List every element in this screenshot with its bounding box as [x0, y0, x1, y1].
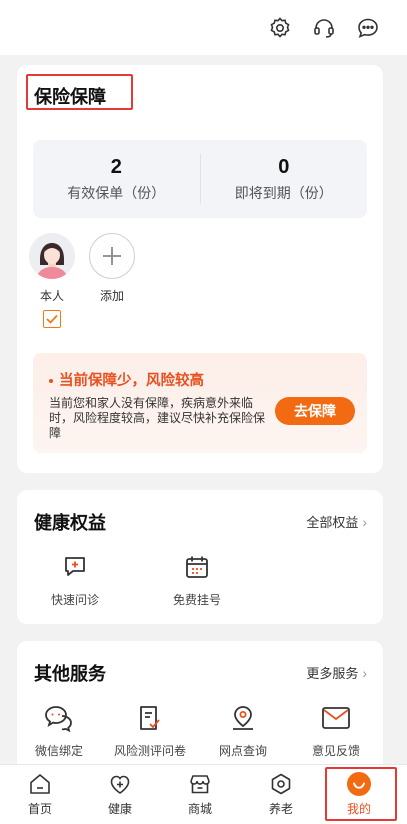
tab-pension[interactable]: 养老	[246, 765, 316, 824]
member-add-label: 添加	[99, 289, 124, 303]
expiring-policies[interactable]: 0 即将到期（份）	[201, 140, 368, 218]
quick-consult-label: 快速问诊	[51, 593, 100, 607]
pension-icon	[268, 771, 294, 797]
location-icon	[228, 703, 258, 733]
tab-health-label: 健康	[107, 802, 132, 816]
all-benefits-link[interactable]: 全部权益 ›	[306, 512, 367, 531]
risk-questionnaire-label: 风险测评问卷	[114, 744, 187, 758]
insurance-card: 保险保障 2 有效保单（份） 0 即将到期（份） 本人 添加 当前保障少，风险较…	[17, 65, 383, 473]
expiring-policies-label: 即将到期（份）	[234, 185, 333, 201]
branch-lookup-label: 网点查询	[219, 744, 268, 758]
top-bar	[0, 0, 407, 55]
tab-home[interactable]: 首页	[5, 765, 75, 824]
consult-icon	[60, 552, 90, 582]
tab-store-label: 商城	[187, 802, 212, 816]
branch-lookup-button[interactable]: 网点查询	[219, 703, 267, 759]
message-icon[interactable]	[355, 15, 381, 41]
active-policies[interactable]: 2 有效保单（份）	[33, 140, 200, 218]
all-benefits-label: 全部权益	[306, 515, 359, 530]
more-services-link[interactable]: 更多服务 ›	[306, 663, 367, 682]
wechat-bind-label: 微信绑定	[35, 744, 84, 758]
member-self-checkbox[interactable]	[43, 310, 61, 328]
get-coverage-button[interactable]: 去保障	[275, 397, 355, 425]
wechat-bind-icon	[44, 703, 74, 733]
store-icon	[187, 771, 213, 797]
tab-health[interactable]: 健康	[85, 765, 155, 824]
other-title: 其他服务	[34, 664, 106, 684]
avatar	[29, 233, 75, 279]
expiring-policies-count: 0	[278, 156, 290, 178]
warning-dot-icon	[49, 379, 53, 384]
risk-warning-description: 当前您和家人没有保障，疾病意外来临时，风险程度较高，建议尽快补充保险保障	[49, 396, 266, 440]
home-icon	[27, 771, 53, 797]
health-benefits-card: 健康权益 全部权益 › 快速问诊 免费挂号	[17, 490, 383, 624]
other-services-card: 其他服务 更多服务 › 微信绑定 风险测评问卷 网点查询 意见反馈	[17, 641, 383, 771]
member-add[interactable]: 添加	[89, 233, 135, 328]
insurance-title: 保险保障	[34, 87, 106, 107]
bottom-tab-bar: 首页 健康 商城 养老 我的	[0, 764, 407, 824]
risk-warning-title-text: 当前保障少，风险较高	[59, 373, 204, 389]
tab-store[interactable]: 商城	[165, 765, 235, 824]
calendar-icon	[182, 552, 212, 582]
wechat-bind-button[interactable]: 微信绑定	[35, 703, 83, 759]
chevron-right-icon: ›	[362, 513, 367, 530]
active-policies-label: 有效保单（份）	[67, 185, 166, 201]
free-registration-label: 免费挂号	[173, 593, 222, 607]
add-icon	[89, 233, 135, 279]
active-policies-count: 2	[110, 156, 122, 178]
risk-questionnaire-button[interactable]: 风险测评问卷	[114, 703, 186, 759]
family-members: 本人 添加	[29, 233, 135, 328]
policy-summary: 2 有效保单（份） 0 即将到期（份）	[33, 140, 367, 218]
feedback-mail-icon	[321, 703, 351, 733]
more-services-label: 更多服务	[306, 666, 359, 681]
settings-icon[interactable]	[267, 15, 293, 41]
active-tab-highlight-box	[325, 767, 397, 821]
member-self[interactable]: 本人	[29, 233, 75, 328]
customer-service-icon[interactable]	[311, 15, 337, 41]
health-title: 健康权益	[34, 513, 106, 533]
risk-warning-title: 当前保障少，风险较高	[49, 369, 204, 390]
health-icon	[107, 771, 133, 797]
tab-pension-label: 养老	[268, 802, 293, 816]
member-self-label: 本人	[39, 289, 64, 303]
feedback-label: 意见反馈	[312, 744, 361, 758]
questionnaire-icon	[135, 703, 165, 733]
feedback-button[interactable]: 意见反馈	[312, 703, 360, 759]
quick-consult-button[interactable]: 快速问诊	[51, 552, 99, 608]
tab-home-label: 首页	[27, 802, 52, 816]
free-registration-button[interactable]: 免费挂号	[173, 552, 221, 608]
chevron-right-icon: ›	[362, 664, 367, 681]
risk-warning: 当前保障少，风险较高 当前您和家人没有保障，疾病意外来临时，风险程度较高，建议尽…	[33, 353, 367, 453]
